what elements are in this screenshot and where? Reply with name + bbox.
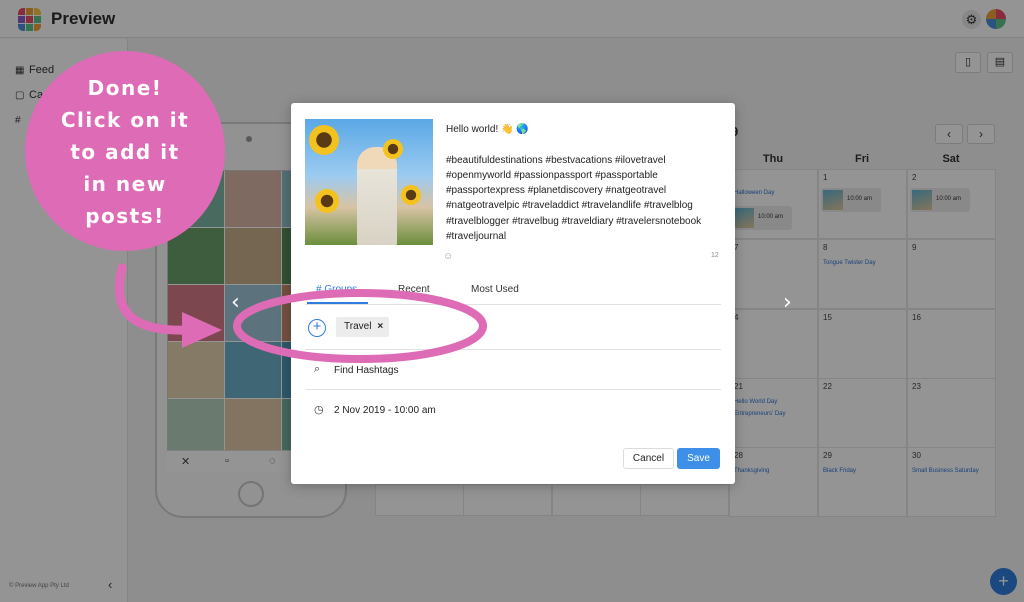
add-group-button[interactable]: + bbox=[308, 319, 326, 337]
find-hashtags-link[interactable]: Find Hashtags bbox=[334, 365, 398, 376]
schedule-datetime[interactable]: 2 Nov 2019 - 10:00 am bbox=[334, 405, 436, 416]
prev-post-arrow[interactable]: ‹ bbox=[231, 290, 240, 315]
tab-recent[interactable]: Recent bbox=[398, 284, 430, 295]
cancel-button[interactable]: Cancel bbox=[623, 448, 674, 469]
next-post-arrow[interactable]: › bbox=[783, 290, 792, 315]
clock-icon: ◷ bbox=[314, 404, 324, 416]
sunflower bbox=[401, 185, 421, 205]
annotation-text: Done! Click on it to add it in new posts… bbox=[60, 76, 190, 228]
chip-label: Travel bbox=[344, 321, 372, 332]
caption-text[interactable]: Hello world! 👋 🌎 #beautifuldestinations … bbox=[446, 122, 726, 244]
post-editor-modal: Hello world! 👋 🌎 #beautifuldestinations … bbox=[291, 103, 735, 484]
tab-groups[interactable]: # Groups bbox=[316, 284, 357, 295]
emoji-icon[interactable]: ☺ bbox=[443, 251, 453, 262]
divider bbox=[305, 389, 721, 390]
close-icon[interactable]: × bbox=[377, 321, 383, 332]
sunflower bbox=[383, 139, 403, 159]
hashtag-group-chip[interactable]: Travel × bbox=[336, 317, 390, 337]
divider bbox=[305, 349, 721, 350]
search-icon: ⌕ bbox=[314, 363, 321, 375]
save-button[interactable]: Save bbox=[677, 448, 720, 469]
character-count: 12 bbox=[711, 252, 719, 259]
tab-most-used[interactable]: Most Used bbox=[471, 284, 519, 295]
post-image[interactable] bbox=[305, 119, 433, 245]
sunflower bbox=[309, 125, 339, 155]
active-tab-indicator bbox=[307, 302, 368, 304]
person-figure bbox=[357, 147, 397, 245]
sunflower bbox=[315, 189, 339, 213]
